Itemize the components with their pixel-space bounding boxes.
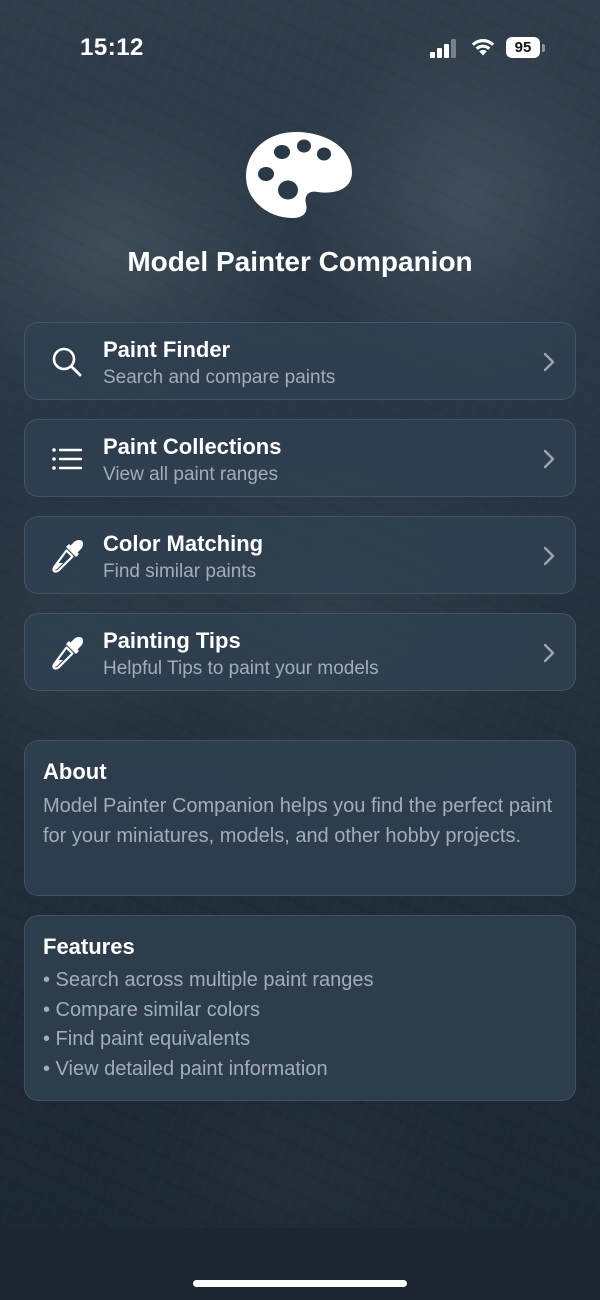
app-title: Model Painter Companion <box>127 246 473 277</box>
status-bar: 15:12 95 <box>0 0 600 96</box>
features-card: Features • Search across multiple paint … <box>24 915 576 1101</box>
list-icon <box>52 448 83 470</box>
menu-item-subtitle: Find similar paints <box>103 561 257 582</box>
menu-item-subtitle: View all paint ranges <box>103 464 278 485</box>
about-title: About <box>43 759 107 784</box>
main-menu: Paint Finder Search and compare paints P… <box>24 322 576 710</box>
features-list: • Search across multiple paint ranges • … <box>43 966 557 1084</box>
chevron-right-icon <box>543 546 555 566</box>
status-time: 15:12 <box>80 34 144 61</box>
home-indicator[interactable] <box>193 1280 407 1287</box>
about-body: Model Painter Companion helps you find t… <box>43 795 553 847</box>
wifi-icon <box>471 39 495 56</box>
chevron-right-icon <box>543 449 555 469</box>
feature-item: • View detailed paint information <box>43 1057 328 1080</box>
menu-item-subtitle: Helpful Tips to paint your models <box>103 658 379 679</box>
bottom-bar <box>0 1228 600 1300</box>
menu-item-label: Paint Collections <box>103 434 282 459</box>
search-icon <box>52 347 82 377</box>
menu-item-label: Paint Finder <box>103 337 231 362</box>
chevron-right-icon <box>543 352 555 372</box>
features-title: Features <box>43 934 135 959</box>
about-card: About Model Painter Companion helps you … <box>24 740 576 896</box>
battery-icon: 95 <box>506 37 540 58</box>
eyedropper-icon <box>52 636 84 670</box>
signal-icon <box>430 38 460 58</box>
menu-item-painting-tips[interactable]: Painting Tips Helpful Tips to paint your… <box>24 613 576 691</box>
chevron-right-icon <box>543 643 555 663</box>
battery-cap <box>542 44 545 52</box>
menu-item-color-matching[interactable]: Color Matching Find similar paints <box>24 516 576 594</box>
menu-item-subtitle: Search and compare paints <box>103 367 336 388</box>
menu-item-paint-collections[interactable]: Paint Collections View all paint ranges <box>24 419 576 497</box>
feature-item: • Compare similar colors <box>43 998 261 1021</box>
menu-item-label: Color Matching <box>103 531 264 556</box>
eyedropper-icon <box>52 539 84 573</box>
feature-item: • Find paint equivalents <box>43 1028 251 1050</box>
menu-item-paint-finder[interactable]: Paint Finder Search and compare paints <box>24 322 576 400</box>
menu-item-label: Painting Tips <box>103 628 241 653</box>
feature-item: • Search across multiple paint ranges <box>43 969 374 991</box>
palette-icon <box>246 132 352 218</box>
